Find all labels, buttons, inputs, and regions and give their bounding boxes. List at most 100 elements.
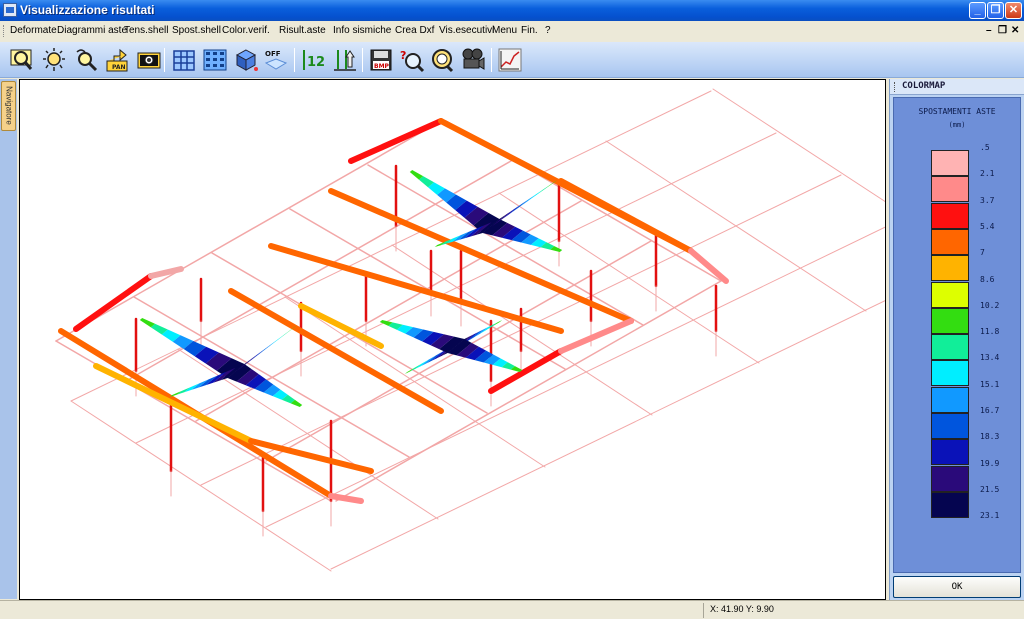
toolbar-separator bbox=[164, 48, 165, 72]
floor-grid-line bbox=[70, 400, 332, 572]
zoom-extents-icon[interactable] bbox=[41, 47, 67, 73]
deformed-shell bbox=[269, 334, 284, 347]
menu-crea-dxf[interactable]: Crea Dxf bbox=[395, 25, 434, 36]
colormap-label: 5.4 bbox=[980, 221, 995, 231]
status-pane-divider bbox=[703, 603, 704, 618]
deformed-shell bbox=[467, 329, 484, 342]
menu-tens-shell[interactable]: Tens.shell bbox=[124, 25, 168, 36]
toolbar-separator bbox=[294, 48, 295, 72]
menu-menu[interactable]: Menu bbox=[492, 25, 517, 36]
colormap-swatch bbox=[931, 281, 969, 308]
bmp-export-icon[interactable]: BMP bbox=[368, 47, 394, 73]
ok-button[interactable]: OK bbox=[893, 576, 1021, 598]
colormap-label: 2.1 bbox=[980, 169, 995, 179]
colormap-swatch bbox=[931, 360, 969, 387]
deformed-beam bbox=[558, 178, 694, 254]
colormap-header: COLORMAP bbox=[890, 79, 1024, 95]
building-grid-icon[interactable] bbox=[202, 47, 228, 73]
mdi-restore-icon[interactable]: ❐ bbox=[998, 25, 1007, 36]
3d-viewport[interactable] bbox=[19, 79, 886, 600]
colormap-swatch bbox=[931, 413, 969, 439]
loads-icon[interactable] bbox=[332, 47, 358, 73]
colormap-swatch bbox=[931, 176, 969, 203]
colormap-swatch bbox=[931, 465, 969, 492]
colormap-swatch bbox=[931, 491, 969, 518]
colormap-label: 15.1 bbox=[980, 379, 1000, 389]
view-off-icon[interactable]: OFF bbox=[262, 47, 288, 73]
deformed-shell bbox=[410, 363, 422, 372]
colormap-label: 8.6 bbox=[980, 274, 995, 284]
colormap-panel-title: COLORMAP bbox=[902, 81, 946, 91]
mdi-close-icon[interactable]: ✕ bbox=[1011, 25, 1019, 36]
pan-icon[interactable]: PAN bbox=[104, 47, 130, 73]
structure-render bbox=[55, 88, 885, 572]
colormap-legend: SPOSTAMENTI ASTE (mm) .5 2.1 3.7 5.4 7 8.6 10.… bbox=[893, 97, 1021, 573]
deformed-shell bbox=[518, 194, 536, 208]
colormap-label: 18.3 bbox=[980, 432, 1000, 442]
roof-grid-line bbox=[367, 164, 644, 326]
menu-vis-esecutivi[interactable]: Vis.esecutivi bbox=[439, 25, 494, 36]
menu-info-sismiche[interactable]: Info sismiche bbox=[333, 25, 391, 36]
menu-risult-aste[interactable]: Risult.aste bbox=[279, 25, 326, 36]
colormap-swatch bbox=[931, 386, 969, 413]
zoom-search-icon[interactable] bbox=[429, 47, 455, 73]
deformed-shell bbox=[278, 329, 291, 340]
colormap-swatch bbox=[931, 307, 969, 334]
camera-icon[interactable] bbox=[136, 47, 162, 73]
deformed-shell bbox=[252, 344, 271, 359]
building-frame-icon[interactable] bbox=[171, 47, 197, 73]
menu-diagrammi-aste[interactable]: Diagrammi aste bbox=[57, 25, 127, 36]
title-bar: Visualizzazione risultati _ ❐ ✕ bbox=[0, 0, 1024, 21]
colormap-swatch bbox=[931, 150, 969, 176]
12-numbering-icon[interactable]: 12 bbox=[300, 47, 326, 73]
app-icon[interactable] bbox=[3, 3, 17, 17]
deformed-beam bbox=[148, 266, 184, 279]
menu-grip[interactable] bbox=[3, 25, 5, 37]
deformed-beam bbox=[558, 318, 634, 354]
menu-bar: Deformate Diagrammi aste Tens.shell Spos… bbox=[0, 21, 1024, 42]
toolbar: PAN OFF 12 BMP ? bbox=[0, 42, 1024, 78]
deformed-shell bbox=[261, 339, 278, 353]
minimize-button[interactable]: _ bbox=[969, 2, 986, 19]
status-bar: X: 41.90 Y: 9.90 bbox=[0, 600, 1024, 619]
colormap-label: 16.7 bbox=[980, 406, 1000, 415]
colormap-label: 10.2 bbox=[980, 300, 1000, 310]
menu-deformate[interactable]: Deformate bbox=[10, 25, 57, 36]
zoom-window-icon[interactable] bbox=[9, 47, 35, 73]
colormap-swatch bbox=[931, 255, 969, 282]
colormap-swatch bbox=[931, 228, 969, 255]
menu-color-verif[interactable]: Color.verif. bbox=[222, 25, 270, 36]
deformed-shell bbox=[415, 359, 429, 369]
colormap-title: SPOSTAMENTI ASTE bbox=[918, 107, 996, 116]
3d-view-icon[interactable] bbox=[233, 47, 259, 73]
colormap-label: 19.9 bbox=[980, 458, 1000, 468]
deformed-shell bbox=[493, 320, 503, 326]
maximize-button[interactable]: ❐ bbox=[987, 2, 1004, 19]
floor-grid-line bbox=[135, 132, 777, 444]
mdi-minimize-icon[interactable]: – bbox=[986, 25, 992, 36]
panel-grip[interactable] bbox=[894, 82, 896, 92]
video-camera-icon[interactable] bbox=[460, 47, 486, 73]
query-icon[interactable]: ? bbox=[399, 47, 425, 73]
colormap-swatch bbox=[931, 202, 969, 229]
toolbar-separator bbox=[362, 48, 363, 72]
zoom-realtime-icon[interactable] bbox=[73, 47, 99, 73]
menu-help[interactable]: ? bbox=[545, 25, 551, 36]
menu-spost-shell[interactable]: Spost.shell bbox=[172, 25, 221, 36]
floor-grid-line bbox=[70, 90, 712, 402]
colormap-unit: (mm) bbox=[948, 121, 966, 129]
menu-fin[interactable]: Fin. bbox=[521, 25, 538, 36]
close-button[interactable]: ✕ bbox=[1005, 2, 1022, 19]
deformed-shell bbox=[500, 204, 522, 221]
roof-grid-line bbox=[335, 280, 722, 502]
deformed-beam bbox=[73, 273, 154, 332]
pan-label: PAN bbox=[112, 64, 126, 71]
navigator-strip: Navigatore bbox=[0, 79, 17, 599]
deformed-shell bbox=[536, 184, 550, 195]
deformed-shell bbox=[169, 391, 182, 397]
chart-icon[interactable] bbox=[497, 47, 523, 73]
toolbar-separator bbox=[491, 48, 492, 72]
deformed-beam bbox=[348, 118, 444, 164]
navigator-tab[interactable]: Navigatore bbox=[1, 81, 16, 131]
navigator-label: Navigatore bbox=[4, 86, 14, 125]
